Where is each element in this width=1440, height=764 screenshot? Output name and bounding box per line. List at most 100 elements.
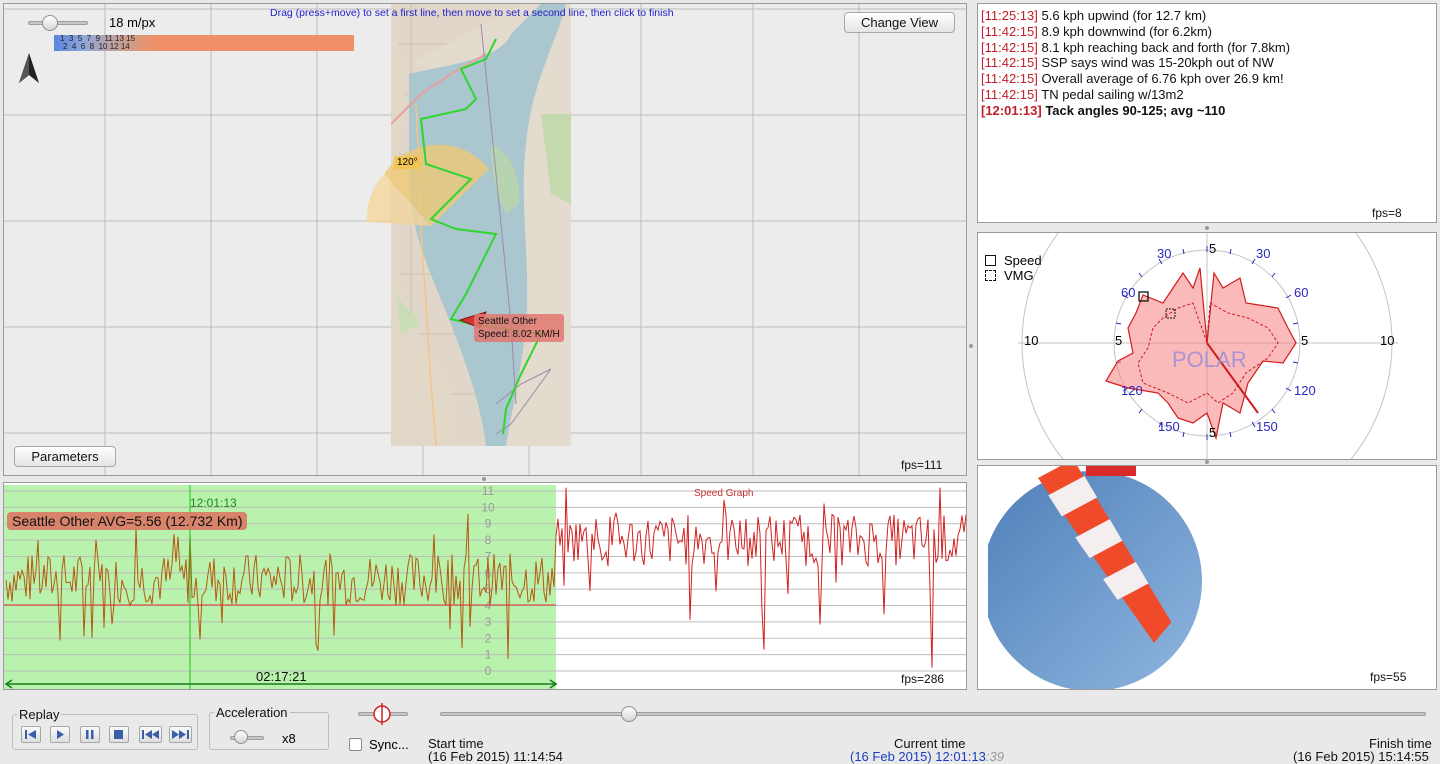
start-time-value: (16 Feb 2015) 11:14:54 xyxy=(428,749,563,764)
polar-legend-speed: Speed xyxy=(985,253,1042,268)
windsock-panel[interactable]: fps=55 xyxy=(977,465,1437,690)
note-text: Tack angles 90-125; avg ~110 xyxy=(1041,102,1226,118)
scale-label: 18 m/px xyxy=(109,15,156,30)
polar-legend-vmg: VMG xyxy=(985,268,1034,283)
north-arrow-icon xyxy=(19,53,39,83)
map-fps: fps=111 xyxy=(901,458,943,472)
parameters-button[interactable]: Parameters xyxy=(14,446,116,467)
sync-offset-knob[interactable] xyxy=(371,703,393,725)
polar-angle-label: 30 xyxy=(1157,246,1172,261)
acceleration-value: x8 xyxy=(282,731,296,746)
change-view-button[interactable]: Change View xyxy=(844,12,955,33)
current-time-value: (16 Feb 2015) 12:01:13:39 xyxy=(850,749,1004,764)
note-text: 5.6 kph upwind (for 12.7 km) xyxy=(1037,8,1207,23)
speed-legend-icon xyxy=(985,255,996,266)
skip-forward-button[interactable] xyxy=(169,726,192,743)
acceleration-slider-knob[interactable] xyxy=(234,730,248,744)
note-time: [11:42:15] xyxy=(981,86,1038,102)
zoom-slider-track[interactable] xyxy=(28,21,88,25)
polar-watermark: POLAR xyxy=(1172,347,1247,372)
timeline-slider-knob[interactable] xyxy=(621,706,638,722)
selection-duration-label: 02:17:21 xyxy=(256,669,307,684)
vmg-legend-label: VMG xyxy=(1004,268,1034,283)
note-time: [11:42:15] xyxy=(981,23,1038,39)
splitter-handle[interactable] xyxy=(1205,460,1209,464)
skip-forward-icon xyxy=(172,730,189,739)
note-text: 8.1 kph reaching back and forth (for 7.8… xyxy=(1037,39,1291,55)
note-text: 8.9 kph downwind (for 6.2km) xyxy=(1037,23,1213,39)
notes-list: [11:25:13] 5.6 kph upwind (for 12.7 km) … xyxy=(981,8,1290,119)
note-line: [11:42:15] SSP says wind was 15-20kph ou… xyxy=(981,55,1290,71)
note-time: [11:42:15] xyxy=(981,55,1038,71)
polar-panel[interactable]: POLAR 30 30 60 60 120 120 150 150 5 5 5 … xyxy=(977,232,1437,460)
splitter-handle[interactable] xyxy=(482,477,486,481)
polar-radius-label: 10 xyxy=(1380,333,1395,348)
skip-back-button[interactable] xyxy=(139,726,162,743)
splitter-handle[interactable] xyxy=(969,344,973,348)
zoom-slider-knob[interactable] xyxy=(42,15,58,31)
note-line: [11:42:15] TN pedal sailing w/13m2 xyxy=(981,87,1290,103)
speed-graph-panel[interactable]: 0 1 2 3 4 5 6 7 8 9 10 11 Seattle Other AVG=5.56 (1… xyxy=(3,482,967,690)
speed-color-legend: 1 3 5 7 9 11 13 15 2 4 6 8 10 12 14 xyxy=(54,34,354,51)
note-time: [11:42:15] xyxy=(981,39,1038,55)
avg-label: Seattle Other AVG=5.56 (12.732 Km) xyxy=(7,512,248,530)
gps-track xyxy=(419,38,543,435)
note-text: SSP says wind was 15-20kph out of NW xyxy=(1037,55,1274,71)
polar-radius-label: 5 xyxy=(1209,425,1217,440)
pause-button[interactable] xyxy=(80,726,100,743)
note-line: [11:42:15] 8.9 kph downwind (for 6.2km) xyxy=(981,24,1290,40)
y-tick-label: 11 xyxy=(482,484,495,498)
vmg-legend-icon xyxy=(985,270,996,281)
graph-fps: fps=286 xyxy=(901,672,945,686)
boat-label: Seattle Other Speed: 8.02 KM/H xyxy=(474,314,564,342)
note-text: TN pedal sailing w/13m2 xyxy=(1037,86,1184,102)
y-tick-label: 10 xyxy=(481,500,495,514)
notes-fps: fps=8 xyxy=(1372,206,1402,220)
acceleration-label: Acceleration xyxy=(214,705,290,720)
finish-time-value: (16 Feb 2015) 15:14:55 xyxy=(1293,749,1429,764)
y-tick-label: 9 xyxy=(485,517,492,531)
map-instruction: Drag (press+move) to set a first line, t… xyxy=(270,7,674,19)
note-time: [11:42:15] xyxy=(981,71,1038,87)
y-tick-label: 3 xyxy=(485,615,492,629)
current-time-main: (16 Feb 2015) 12:01:13 xyxy=(850,749,986,764)
y-tick-label: 0 xyxy=(485,664,492,678)
polar-angle-label: 60 xyxy=(1294,285,1309,300)
polar-angle-label: 30 xyxy=(1256,246,1271,261)
pause-icon xyxy=(86,730,94,739)
current-time-seconds: :39 xyxy=(985,749,1004,764)
windsock-fps: fps=55 xyxy=(1370,670,1407,684)
note-text: Overall average of 6.76 kph over 26.9 km… xyxy=(1037,71,1284,87)
skip-back-icon xyxy=(142,730,159,739)
rewind-icon xyxy=(25,730,36,739)
y-tick-label: 1 xyxy=(485,648,492,662)
splitter-handle[interactable] xyxy=(1205,226,1209,230)
boat-speed: Speed: 8.02 KM/H xyxy=(478,329,560,340)
speed-series-line xyxy=(555,487,966,668)
sync-label: Sync... xyxy=(369,737,409,752)
timeline-slider-track[interactable] xyxy=(440,712,1426,716)
note-time: [11:25:13] xyxy=(981,8,1038,23)
legend-bottom-numbers: 2 4 6 8 10 12 14 xyxy=(63,42,130,51)
stop-button[interactable] xyxy=(109,726,129,743)
note-line: [11:25:13] 5.6 kph upwind (for 12.7 km) xyxy=(981,8,1290,24)
notes-panel[interactable]: [11:25:13] 5.6 kph upwind (for 12.7 km) … xyxy=(977,3,1437,223)
play-icon xyxy=(57,730,64,739)
graph-title: Speed Graph xyxy=(694,488,754,499)
note-time: [12:01:13] xyxy=(981,102,1042,118)
sync-checkbox[interactable] xyxy=(349,738,362,751)
play-button[interactable] xyxy=(50,726,70,743)
polar-angle-label: 150 xyxy=(1256,419,1278,434)
map-panel[interactable]: 120° Seattle Other Speed: 8.02 KM/H 18 m… xyxy=(3,3,967,476)
polar-angle-label: 120 xyxy=(1294,383,1316,398)
rewind-button[interactable] xyxy=(21,726,41,743)
y-tick-label: 2 xyxy=(485,631,492,645)
note-line: [12:01:13] Tack angles 90-125; avg ~110 xyxy=(981,103,1290,119)
polar-radius-label: 10 xyxy=(1024,333,1039,348)
polar-angle-label: 60 xyxy=(1121,285,1136,300)
polar-angle-label: 120 xyxy=(1121,383,1143,398)
boat-name: Seattle Other xyxy=(478,316,537,327)
replay-label: Replay xyxy=(17,707,62,722)
note-line: [11:42:15] Overall average of 6.76 kph o… xyxy=(981,71,1290,87)
speed-legend-label: Speed xyxy=(1004,253,1042,268)
